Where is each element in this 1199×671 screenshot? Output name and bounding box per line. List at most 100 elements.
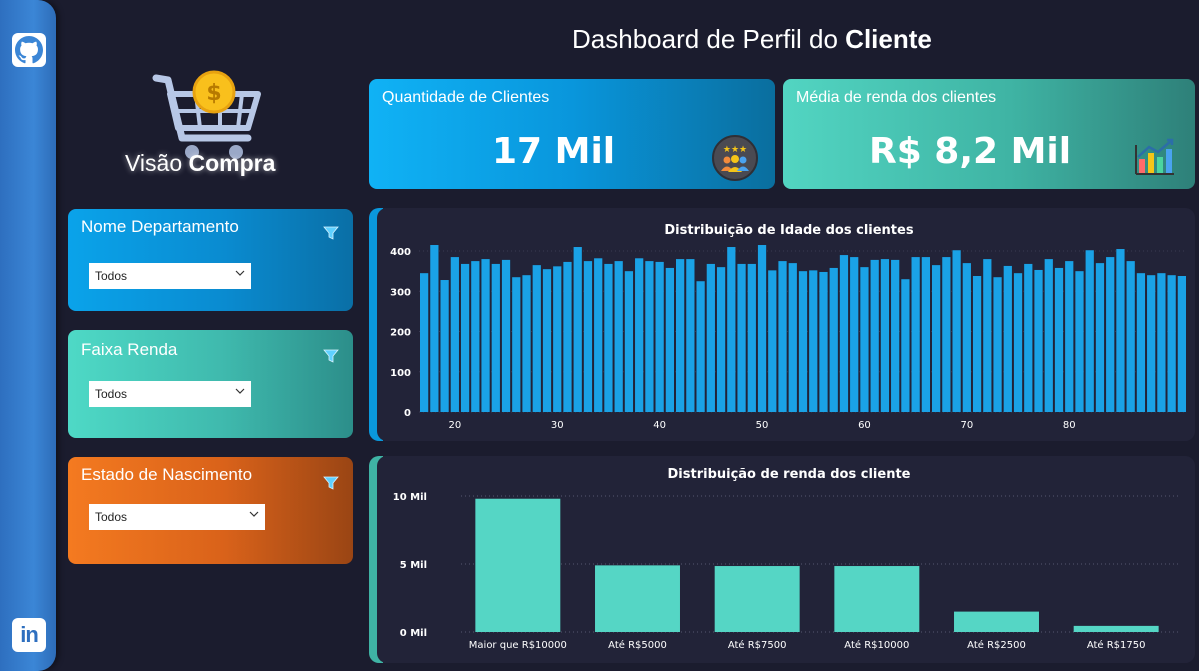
- age-bar: [583, 261, 593, 412]
- linkedin-label: in: [20, 622, 39, 647]
- x-tick-label: 40: [653, 420, 666, 431]
- age-bar: [563, 261, 572, 412]
- age-bar: [696, 281, 705, 412]
- page-title-prefix: Dashboard de Perfil do: [572, 24, 846, 54]
- x-tick-label: Até R$10000: [844, 639, 909, 651]
- filter-funnel-icon[interactable]: [323, 225, 339, 241]
- logo-caption: Visão Compra: [125, 150, 275, 177]
- age-bar: [901, 279, 910, 412]
- age-bar: [1075, 271, 1084, 412]
- age-bar: [430, 245, 439, 412]
- dropdown-value: Todos: [95, 387, 128, 401]
- filter-funnel-icon[interactable]: [323, 348, 339, 364]
- chevron-down-icon: [235, 270, 245, 276]
- filter-label: Nome Departamento: [81, 217, 239, 236]
- kpi-value: R$ 8,2 Mil: [869, 131, 1072, 172]
- kpi-label: Média de renda dos clientes: [796, 89, 997, 106]
- age-bar: [624, 271, 634, 412]
- age-bar: [1177, 275, 1186, 412]
- age-bar: [727, 247, 736, 412]
- chevron-down-icon: [235, 388, 245, 394]
- age-bar: [655, 261, 664, 412]
- chart-title: Distribuição de renda dos cliente: [668, 467, 911, 482]
- age-bar: [665, 267, 674, 412]
- y-tick-label: 300: [390, 287, 411, 298]
- svg-text:$: $: [206, 81, 221, 106]
- age-bar: [891, 259, 900, 412]
- income-distribution-chart: Distribuição de renda dos cliente Maior …: [393, 467, 1179, 651]
- age-bar: [983, 259, 992, 412]
- income-range-dropdown[interactable]: Todos: [89, 381, 251, 407]
- y-tick-label: 10 Mil: [393, 492, 427, 503]
- age-chart-panel: Distribuição de Idade dos clientes 20 30 4…: [369, 208, 1195, 441]
- filter-funnel-icon[interactable]: [323, 475, 339, 491]
- age-bar: [1065, 261, 1074, 412]
- filter-faixa-renda: Faixa Renda Todos: [68, 330, 353, 438]
- age-bar: [911, 257, 920, 412]
- age-bar: [471, 261, 480, 412]
- age-bar: [686, 259, 695, 412]
- y-tick-label: 0: [404, 408, 411, 419]
- age-bar: [1116, 249, 1125, 412]
- age-bar: [522, 275, 531, 412]
- age-bar: [491, 263, 500, 412]
- age-bar: [829, 267, 838, 412]
- age-bar: [1147, 275, 1156, 412]
- dropdown-value: Todos: [95, 269, 128, 283]
- age-bar: [962, 263, 971, 412]
- filter-label: Faixa Renda: [81, 340, 178, 359]
- age-bar: [676, 259, 685, 412]
- age-bar: [1126, 261, 1135, 412]
- age-bar: [993, 277, 1002, 412]
- github-icon[interactable]: [12, 33, 46, 67]
- y-tick-label: 0 Mil: [400, 628, 427, 639]
- age-bar: [573, 247, 582, 412]
- income-chart-panel: Distribuição de renda dos cliente Maior …: [369, 456, 1195, 663]
- age-bar: [594, 258, 603, 412]
- social-sidebar: in: [0, 0, 56, 671]
- x-tick-label: Até R$2500: [967, 639, 1026, 651]
- age-bar: [512, 277, 521, 412]
- age-bar: [737, 263, 746, 412]
- age-bar: [450, 257, 459, 412]
- page-title-bold: Cliente: [845, 24, 932, 54]
- age-bar: [542, 269, 552, 412]
- age-bar: [839, 255, 849, 412]
- income-bar: [595, 565, 680, 632]
- chart-title: Distribuição de Idade dos clientes: [664, 223, 913, 238]
- age-bar: [768, 270, 777, 412]
- income-bar: [1073, 625, 1159, 632]
- age-bar: [1085, 250, 1094, 412]
- age-bar: [1157, 273, 1166, 412]
- linkedin-icon[interactable]: in: [12, 618, 46, 652]
- age-bar: [809, 270, 818, 412]
- age-bar: [860, 267, 869, 412]
- github-logo-glyph: [15, 36, 43, 64]
- kpi-value: 17 Mil: [492, 131, 616, 172]
- birth-state-dropdown[interactable]: Todos: [89, 504, 265, 530]
- age-bar: [819, 271, 828, 412]
- age-bar: [420, 273, 429, 412]
- x-tick-label: Até R$7500: [728, 639, 787, 651]
- age-bar: [747, 263, 756, 412]
- age-bar: [614, 261, 623, 412]
- age-bar: [757, 245, 767, 412]
- department-dropdown[interactable]: Todos: [89, 263, 251, 289]
- x-tick-label: Até R$1750: [1087, 639, 1146, 651]
- income-bar: [475, 498, 561, 632]
- page-title: Dashboard de Perfil do Cliente: [572, 24, 932, 55]
- kpi-label: Quantidade de Clientes: [382, 89, 550, 106]
- age-bar: [635, 258, 644, 412]
- svg-text:★★★: ★★★: [723, 145, 747, 155]
- age-bar: [1136, 273, 1146, 412]
- age-bar: [870, 259, 879, 412]
- kpi-card-renda: Média de renda dos clientes R$ 8,2 Mil: [783, 79, 1195, 189]
- age-bar: [1054, 267, 1064, 412]
- x-tick-label: 50: [756, 420, 769, 431]
- kpi-card-clientes: Quantidade de Clientes 17 Mil ★★★: [369, 79, 775, 189]
- logo-caption-prefix: Visão: [125, 150, 189, 176]
- age-bar: [501, 259, 511, 412]
- income-bar: [954, 611, 1039, 632]
- age-bar: [798, 271, 808, 412]
- age-bar: [1167, 275, 1176, 412]
